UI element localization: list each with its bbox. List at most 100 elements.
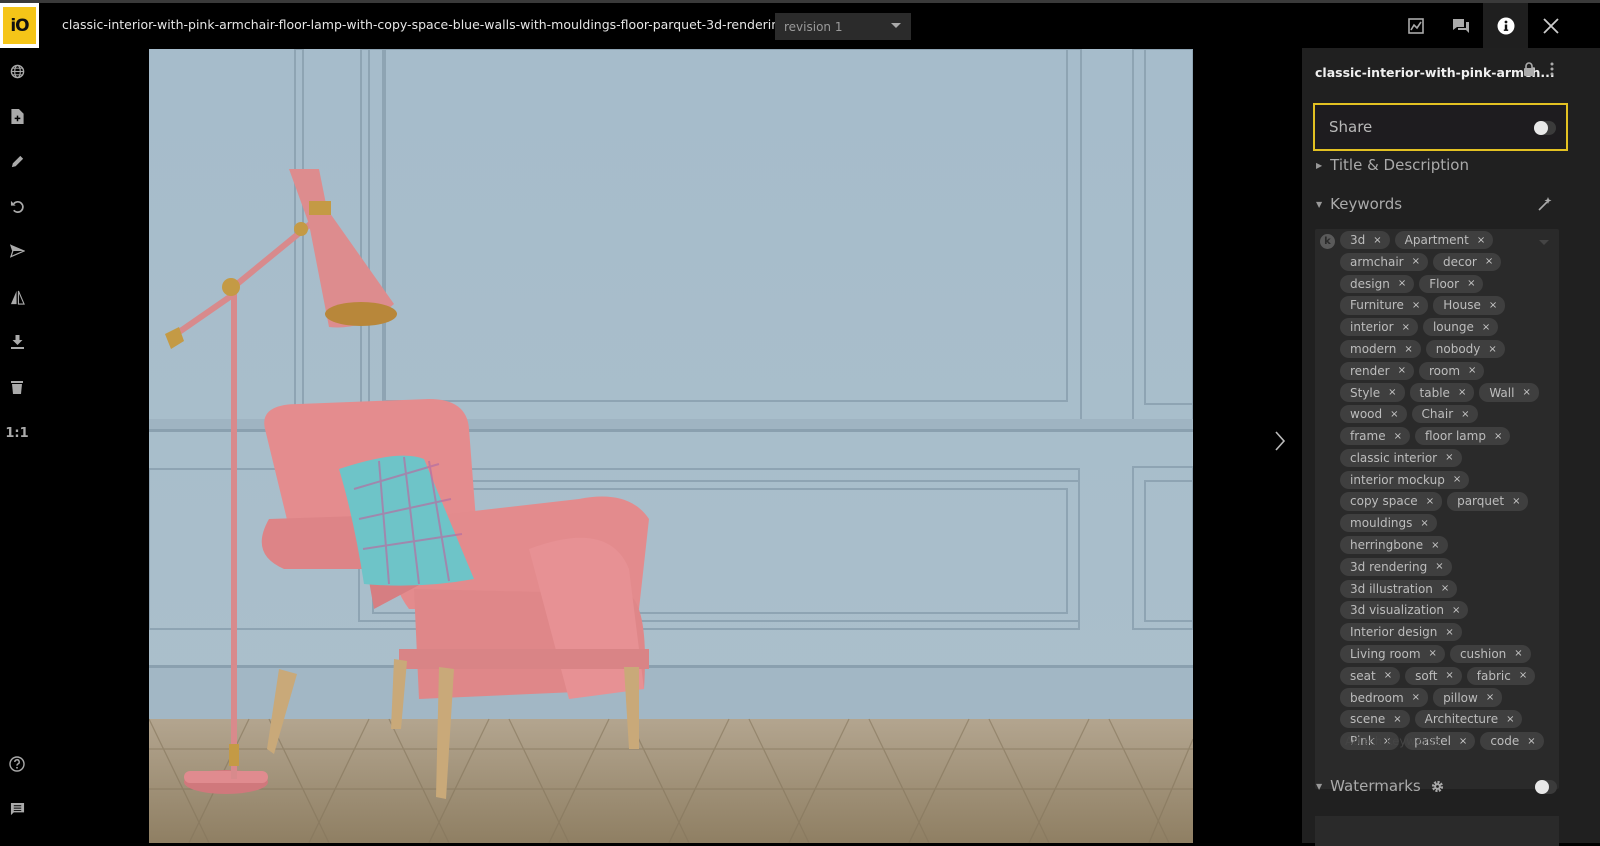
help-button[interactable] <box>6 753 28 775</box>
keyword-chip[interactable]: 3d illustration × <box>1340 579 1458 598</box>
keyword-chip[interactable]: Style × <box>1340 383 1405 402</box>
remove-keyword-icon[interactable]: × <box>1373 235 1381 246</box>
remove-keyword-icon[interactable]: × <box>1461 409 1469 420</box>
comments-button[interactable] <box>1438 3 1483 48</box>
analytics-button[interactable] <box>1393 3 1438 48</box>
info-button[interactable] <box>1483 3 1528 48</box>
remove-keyword-icon[interactable]: × <box>1402 322 1410 333</box>
keyword-chip[interactable]: 3d visualization × <box>1340 601 1469 620</box>
keyword-chip[interactable]: seat × <box>1340 666 1401 685</box>
undo-button[interactable] <box>6 195 28 217</box>
close-button[interactable] <box>1528 3 1573 48</box>
keyword-chip[interactable]: wood × <box>1340 405 1407 424</box>
remove-keyword-icon[interactable]: × <box>1458 387 1466 398</box>
remove-keyword-icon[interactable]: × <box>1420 518 1428 529</box>
keyword-chip[interactable]: classic interior × <box>1340 448 1462 467</box>
keyword-chip[interactable]: interior × <box>1340 318 1418 337</box>
keyword-chip[interactable]: interior mockup × <box>1340 470 1470 489</box>
remove-keyword-icon[interactable]: × <box>1445 670 1453 681</box>
remove-keyword-icon[interactable]: × <box>1489 300 1497 311</box>
keyword-chip[interactable]: Chair × <box>1411 405 1478 424</box>
remove-keyword-icon[interactable]: × <box>1477 235 1485 246</box>
remove-keyword-icon[interactable]: × <box>1482 322 1490 333</box>
app-logo[interactable]: iO <box>0 3 39 48</box>
keyword-chip[interactable]: render × <box>1340 361 1414 380</box>
share-toggle[interactable] <box>1534 121 1556 135</box>
remove-keyword-icon[interactable]: × <box>1519 670 1527 681</box>
keywords-section[interactable]: ▼ Keywords <box>1316 195 1402 213</box>
keyword-chip[interactable]: soft × <box>1405 666 1462 685</box>
watermarks-toggle[interactable] <box>1535 780 1557 794</box>
keyword-chip[interactable]: design × <box>1340 274 1415 293</box>
keyword-chip[interactable]: pillow × <box>1433 688 1503 707</box>
remove-keyword-icon[interactable]: × <box>1426 496 1434 507</box>
keyword-chip[interactable]: decor × <box>1432 252 1502 271</box>
remove-keyword-icon[interactable]: × <box>1506 714 1514 725</box>
remove-keyword-icon[interactable]: × <box>1468 365 1476 376</box>
keyword-chip[interactable]: armchair × <box>1340 252 1428 271</box>
keyword-chip[interactable]: copy space × <box>1340 492 1443 511</box>
remove-keyword-icon[interactable]: × <box>1404 344 1412 355</box>
remove-keyword-icon[interactable]: × <box>1445 452 1453 463</box>
keyword-chip[interactable]: Architecture × <box>1414 710 1523 729</box>
remove-keyword-icon[interactable]: × <box>1412 256 1420 267</box>
remove-keyword-icon[interactable]: × <box>1453 474 1461 485</box>
keyword-chip[interactable]: Furniture × <box>1340 296 1429 315</box>
remove-keyword-icon[interactable]: × <box>1527 736 1535 747</box>
keyword-chip[interactable]: scene × <box>1340 710 1410 729</box>
globe-button[interactable] <box>6 60 28 82</box>
remove-keyword-icon[interactable]: × <box>1452 605 1460 616</box>
remove-keyword-icon[interactable]: × <box>1441 583 1449 594</box>
keyword-chip[interactable]: bedroom × <box>1340 688 1429 707</box>
remove-keyword-icon[interactable]: × <box>1384 670 1392 681</box>
keyword-chip[interactable]: modern × <box>1340 339 1421 359</box>
remove-keyword-icon[interactable]: × <box>1459 736 1467 747</box>
remove-keyword-icon[interactable]: × <box>1445 627 1453 638</box>
remove-keyword-icon[interactable]: × <box>1514 648 1522 659</box>
keyword-chip[interactable]: fabric × <box>1466 666 1536 685</box>
keyword-chip[interactable]: 3d rendering × <box>1340 557 1452 576</box>
keyword-chip[interactable]: code × <box>1480 731 1544 751</box>
remove-keyword-icon[interactable]: × <box>1522 387 1530 398</box>
keyword-chip[interactable]: nobody × <box>1425 339 1505 359</box>
attach-keywords-input[interactable]: Attach keywords <box>1345 734 1440 748</box>
keyword-chip[interactable]: Floor × <box>1419 274 1484 293</box>
keyword-chip[interactable]: table × <box>1409 383 1475 402</box>
remove-keyword-icon[interactable]: × <box>1494 431 1502 442</box>
remove-keyword-icon[interactable]: × <box>1394 431 1402 442</box>
remove-keyword-icon[interactable]: × <box>1398 365 1406 376</box>
lock-button[interactable] <box>1523 61 1535 80</box>
more-options-button[interactable] <box>1549 61 1555 80</box>
feedback-button[interactable] <box>6 798 28 820</box>
actual-size-button[interactable]: 1:1 <box>5 422 28 444</box>
gear-icon[interactable] <box>1431 780 1444 793</box>
keyword-chip[interactable]: parquet × <box>1447 492 1529 511</box>
remove-keyword-icon[interactable]: × <box>1512 496 1520 507</box>
keyword-chip[interactable]: House × <box>1433 296 1506 315</box>
remove-keyword-icon[interactable]: × <box>1467 278 1475 289</box>
keyword-chip[interactable]: mouldings × <box>1340 514 1437 533</box>
watermarks-section[interactable]: ▼ Watermarks <box>1316 777 1444 795</box>
remove-keyword-icon[interactable]: × <box>1393 714 1401 725</box>
remove-keyword-icon[interactable]: × <box>1435 561 1443 572</box>
delete-button[interactable] <box>6 376 28 398</box>
keyword-chip[interactable]: lounge × <box>1422 318 1499 337</box>
auto-keywords-button[interactable] <box>1538 196 1552 215</box>
remove-keyword-icon[interactable]: × <box>1429 648 1437 659</box>
remove-keyword-icon[interactable]: × <box>1388 387 1396 398</box>
keyword-chip[interactable]: Apartment × <box>1394 231 1494 250</box>
keyword-chip[interactable]: Interior design × <box>1340 623 1462 642</box>
title-description-section[interactable]: ▶ Title & Description <box>1316 156 1469 174</box>
keyword-chip[interactable]: room × <box>1418 361 1485 380</box>
add-file-button[interactable] <box>6 105 28 127</box>
remove-keyword-icon[interactable]: × <box>1488 344 1496 355</box>
remove-keyword-icon[interactable]: × <box>1412 300 1420 311</box>
image-viewer[interactable] <box>149 49 1193 843</box>
keyword-chip[interactable]: herringbone × <box>1340 535 1448 555</box>
remove-keyword-icon[interactable]: × <box>1412 692 1420 703</box>
edit-button[interactable] <box>6 150 28 172</box>
keyword-chip[interactable]: Wall × <box>1479 383 1539 402</box>
keyword-chip[interactable]: cushion × <box>1449 644 1531 664</box>
remove-keyword-icon[interactable]: × <box>1486 692 1494 703</box>
keyword-chip[interactable]: frame × <box>1340 427 1410 446</box>
